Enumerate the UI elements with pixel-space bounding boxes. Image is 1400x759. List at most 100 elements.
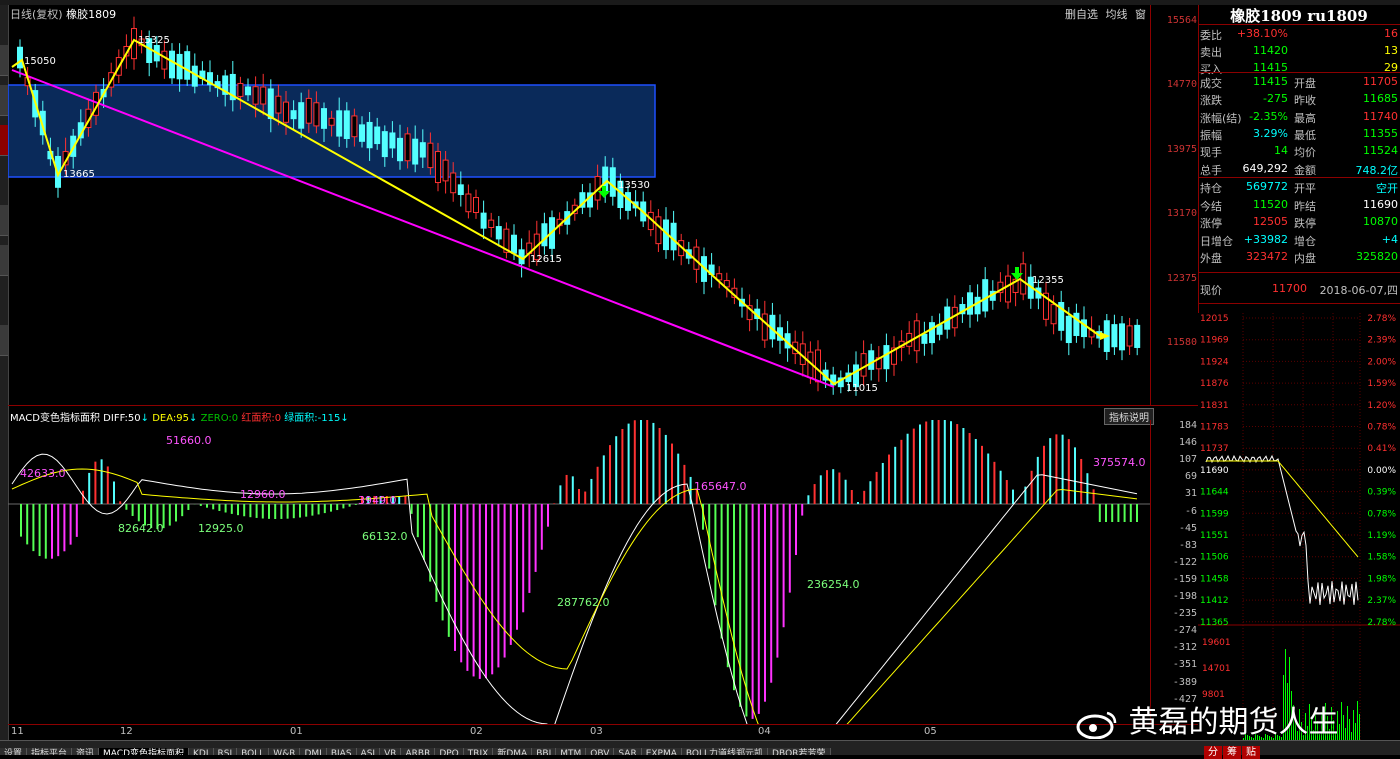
annotation-12615: 12615 — [530, 254, 562, 265]
quote-key-2: 跌停 — [1294, 215, 1316, 231]
quote-value: 649,292 — [1243, 162, 1289, 175]
side-tab[interactable] — [0, 245, 8, 276]
candle-body — [413, 139, 418, 164]
candle-body — [18, 47, 23, 68]
intraday-volume-bar — [1357, 701, 1358, 740]
intraday-pct-tick: 0.39% — [1367, 488, 1396, 498]
candle-body — [162, 51, 167, 69]
candle-body — [884, 346, 889, 369]
area-label: 12960.0 — [240, 488, 286, 501]
intraday-price-tick: 12015 — [1200, 314, 1229, 324]
quote-row: 卖出1142013 — [1200, 44, 1398, 59]
intraday-price-tick: 11783 — [1200, 423, 1229, 433]
macd-bar — [913, 429, 915, 504]
tab-minute[interactable]: 分 — [1204, 746, 1222, 759]
intraday-volume-bar — [1349, 719, 1350, 740]
macd-bar — [745, 504, 747, 717]
macd-bar — [1068, 439, 1070, 504]
divider — [1198, 272, 1400, 273]
candle-body — [930, 323, 935, 343]
candlestick-chart[interactable]: 15050 15325 13665 13530 12615 11015 1235… — [8, 5, 1150, 405]
macd-bar — [857, 502, 859, 504]
watermark-text: 黄磊的期货人生 — [1129, 705, 1339, 740]
intraday-price-tick: 11831 — [1200, 401, 1229, 411]
macd-bar — [454, 504, 456, 651]
macd-bar — [578, 489, 580, 504]
quote-value-2: 748.2亿 — [1356, 162, 1399, 178]
macd-bar — [597, 467, 599, 504]
macd-tick: -274 — [1173, 625, 1197, 636]
quote-value-2: 10870 — [1363, 215, 1398, 228]
time-axis: 11 12 01 02 03 04 05 — [8, 724, 1198, 741]
quote-key-2: 昨收 — [1294, 92, 1316, 108]
intraday-pct-tick: 0.78% — [1367, 509, 1396, 519]
arrow-shaft — [1015, 267, 1019, 273]
macd-bar — [39, 504, 41, 556]
macd-bar — [832, 469, 834, 504]
quote-value: 569772 — [1246, 180, 1288, 193]
side-tab-active[interactable] — [0, 125, 8, 156]
time-tick: 11 — [11, 726, 24, 737]
macd-bar — [566, 475, 568, 504]
candle-body — [185, 52, 190, 80]
bottom-right-tabs: 分筹贴 — [1204, 740, 1261, 759]
intraday-chart[interactable]: 120152.78%119692.39%119242.00%118761.59%… — [1198, 313, 1400, 740]
macd-tick: -198 — [1173, 591, 1197, 602]
divider — [1198, 303, 1400, 304]
annotation-11015: 11015 — [846, 383, 878, 394]
macd-bar — [541, 504, 543, 550]
macd-tick: -351 — [1173, 659, 1197, 670]
quote-value: 323472 — [1246, 250, 1288, 263]
side-tab[interactable] — [0, 205, 8, 236]
macd-bar — [603, 455, 605, 504]
macd-tick: 146 — [1179, 437, 1197, 448]
macd-bar — [491, 504, 493, 674]
macd-bar — [677, 454, 679, 504]
macd-tick: 184 — [1179, 420, 1197, 431]
quote-date: 2018-06-07,四 — [1320, 282, 1398, 298]
macd-bar — [1037, 457, 1039, 504]
macd-tick: -122 — [1173, 557, 1197, 568]
quote-row: 涨幅(结)-2.35%最高11740 — [1200, 110, 1398, 125]
macd-bar — [187, 504, 189, 510]
area-label: 165647.0 — [694, 480, 747, 493]
macd-bar — [274, 504, 276, 519]
annotation-15050: 15050 — [24, 56, 56, 67]
macd-bar — [1080, 459, 1082, 504]
macd-bar — [944, 420, 946, 504]
candle-body — [861, 354, 866, 376]
macd-bar — [931, 420, 933, 504]
intraday-price-tick: 11737 — [1200, 444, 1229, 454]
tab-chips[interactable]: 筹 — [1223, 746, 1241, 759]
price-tick: 14770 — [1167, 79, 1197, 90]
macd-bar — [894, 447, 896, 504]
candle-body — [306, 98, 311, 123]
intraday-pct-tick: 2.78% — [1367, 314, 1396, 324]
macd-tick: 69 — [1185, 471, 1197, 482]
macd-chart[interactable]: 42633.0 51660.0 82642.0 12925.0 12960.0 … — [8, 420, 1150, 724]
side-tab[interactable] — [0, 45, 8, 76]
macd-bar — [900, 440, 902, 504]
arrow-shaft — [602, 186, 606, 192]
price-tick: 12375 — [1167, 273, 1197, 284]
macd-bar — [925, 422, 927, 504]
macd-bar — [20, 504, 22, 537]
candle-body — [337, 111, 342, 136]
macd-tick: -6 — [1185, 506, 1197, 517]
price-axis: 15564 14770 13975 13170 12375 11580 — [1150, 5, 1199, 405]
side-tab[interactable] — [0, 325, 8, 356]
price-tick: 13975 — [1167, 144, 1197, 155]
side-tab[interactable] — [0, 85, 8, 116]
tab-paste[interactable]: 贴 — [1242, 746, 1260, 759]
intraday-price-tick: 11924 — [1200, 357, 1229, 367]
macd-bar — [448, 504, 450, 637]
quote-title: 橡胶1809 ru1809 — [1198, 5, 1400, 25]
macd-bar — [882, 463, 884, 504]
intraday-pct-tick: 1.59% — [1367, 379, 1396, 389]
candle-body — [405, 134, 410, 161]
candle-body — [390, 133, 395, 148]
macd-bar — [1006, 480, 1008, 504]
time-tick: 03 — [590, 726, 603, 737]
macd-bar — [727, 504, 729, 667]
quote-value-2: 16 — [1384, 27, 1398, 40]
